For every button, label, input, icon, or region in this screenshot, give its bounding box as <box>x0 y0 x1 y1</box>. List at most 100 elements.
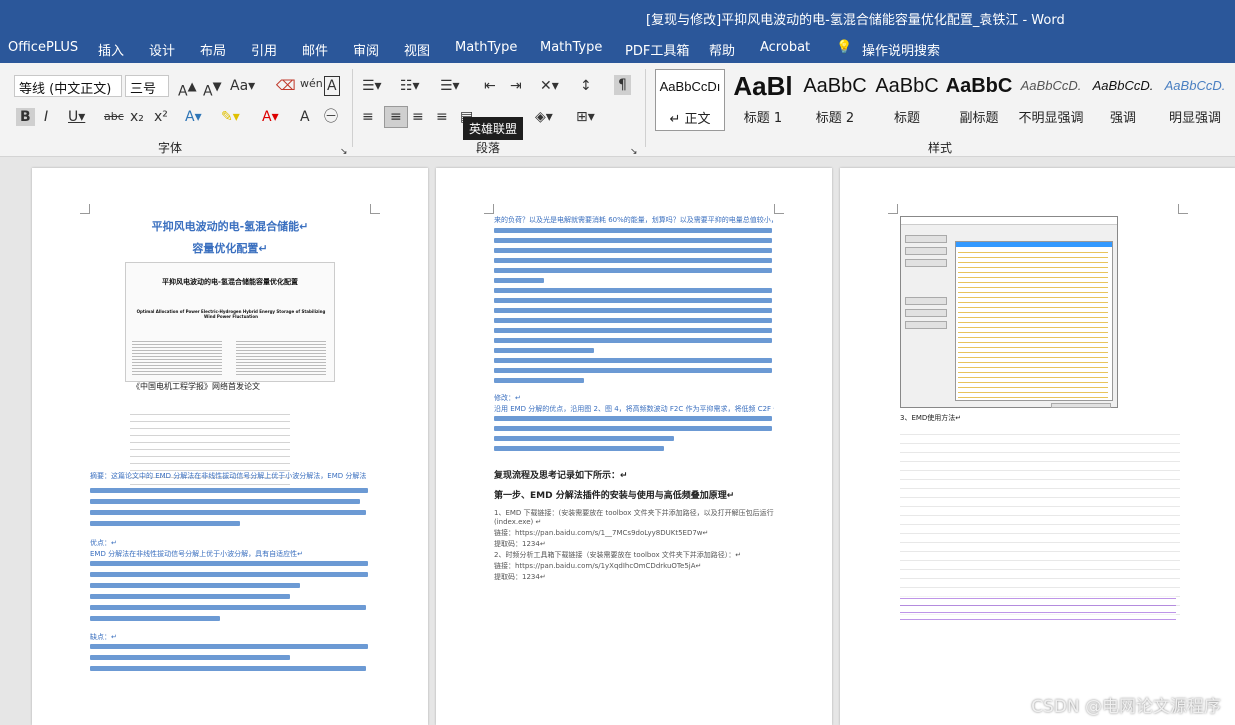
style-heading-2[interactable]: AaBbC 标题 2 <box>800 69 870 131</box>
crop-mark <box>80 204 90 214</box>
watermark: CSDN @电网论文源程序 <box>1031 697 1221 717</box>
crop-mark <box>774 204 784 214</box>
style-intense-emphasis[interactable]: AaBbCcD. 明显强调 <box>1160 69 1230 131</box>
align-right-icon[interactable]: ≡ <box>412 108 424 126</box>
change-case-icon[interactable]: Aa▾ <box>230 77 255 95</box>
path-list[interactable] <box>955 241 1113 401</box>
char-border-icon[interactable]: A <box>324 76 340 96</box>
numbering-icon[interactable]: ☷▾ <box>400 77 420 95</box>
subscript-button[interactable]: x₂ <box>130 108 144 126</box>
text-line <box>494 258 772 263</box>
enclose-char-icon[interactable]: ㊀ <box>324 108 338 126</box>
step-text: 1、EMD 下载链接：(安装需要放在 toolbox 文件夹下并添加路径，以及打… <box>494 509 774 517</box>
style-preview: AaBbCcD. <box>1020 78 1082 93</box>
download-link[interactable]: 链接：https://pan.baidu.com/s/1yXqdIhcOmCDd… <box>494 561 701 571</box>
text-line <box>494 368 772 373</box>
shortcoming-heading: 缺点：↵ <box>90 633 117 641</box>
paragraph-group-label: 段落 <box>476 141 501 155</box>
style-emphasis[interactable]: AaBbCcD. 强调 <box>1088 69 1158 131</box>
justify-icon[interactable]: ≡ <box>436 108 448 126</box>
clear-format-icon[interactable]: ⌫ <box>276 77 296 95</box>
tab-mailings[interactable]: 邮件 <box>302 40 328 59</box>
step-1-heading: 第一步、EMD 分解法插件的安装与使用与高低频叠加原理↵ <box>494 491 735 501</box>
paper-abstract-text <box>132 339 222 377</box>
tab-officeplus[interactable]: OfficePLUS <box>8 40 78 55</box>
link-block <box>900 592 1176 622</box>
download-link[interactable]: 链接：https://pan.baidu.com/s/1__7MCs9doLyy… <box>494 528 708 538</box>
underline-button[interactable]: U▾ <box>68 108 85 126</box>
style-subtitle[interactable]: AaBbC 副标题 <box>944 69 1014 131</box>
tab-pdf-tools[interactable]: PDF工具箱 <box>625 40 689 59</box>
increase-indent-icon[interactable]: ⇥ <box>510 77 522 95</box>
italic-button[interactable]: I <box>44 108 48 126</box>
style-heading-1[interactable]: AaBl 标题 1 <box>728 69 798 131</box>
show-marks-icon[interactable]: ¶ <box>614 75 631 95</box>
sort-icon[interactable]: ↕ <box>580 77 592 95</box>
tab-references[interactable]: 引用 <box>251 40 277 59</box>
style-preview: AaBbCcDı <box>659 79 721 94</box>
superscript-button[interactable]: x² <box>154 108 168 126</box>
tab-layout[interactable]: 布局 <box>200 40 226 59</box>
text-line <box>90 666 366 671</box>
style-name: 不明显强调 <box>1018 111 1084 126</box>
tab-insert[interactable]: 插入 <box>98 40 124 59</box>
tab-acrobat[interactable]: Acrobat <box>760 40 810 55</box>
multilevel-list-icon[interactable]: ☰▾ <box>440 77 460 95</box>
extract-code: 提取码：1234↵ <box>494 573 546 581</box>
bullets-icon[interactable]: ☰▾ <box>362 77 382 95</box>
align-left-icon[interactable]: ≡ <box>362 108 374 126</box>
borders-icon[interactable]: ⊞▾ <box>576 108 595 126</box>
strikethrough-button[interactable]: abc <box>104 108 124 126</box>
phonetic-guide-icon[interactable]: wén <box>300 75 323 93</box>
tab-review[interactable]: 审阅 <box>353 40 379 59</box>
font-size-select[interactable]: 三号 <box>125 75 169 97</box>
paper-abstract-text <box>236 339 326 377</box>
text-line <box>494 308 772 313</box>
paper-screenshot: 平抑风电波动的电-氢混合储能容量优化配置 Optimal Allocation … <box>125 262 335 382</box>
text-effects-icon[interactable]: A▾ <box>185 108 202 126</box>
style-normal[interactable]: AaBbCcDı ↵ 正文 <box>655 69 725 131</box>
decrease-indent-icon[interactable]: ⇤ <box>484 77 496 95</box>
crop-mark <box>370 204 380 214</box>
text-line <box>494 358 772 363</box>
extract-code: 提取码：1234↵ <box>494 540 546 548</box>
char-shading-icon[interactable]: A <box>300 108 310 126</box>
bold-button[interactable]: B <box>16 108 35 126</box>
tell-me-search[interactable]: 操作说明搜索 <box>862 40 940 59</box>
journal-note: 《中国电机工程学报》网络首发论文 <box>132 382 260 391</box>
tab-design[interactable]: 设计 <box>149 40 175 59</box>
shrink-font-icon[interactable]: A▼ <box>203 77 222 101</box>
font-color-icon[interactable]: A▾ <box>262 108 279 126</box>
style-title[interactable]: AaBbC 标题 <box>872 69 942 131</box>
paper-title: 平抑风电波动的电-氢混合储能容量优化配置 <box>162 278 298 286</box>
style-subtle-emphasis[interactable]: AaBbCcD. 不明显强调 <box>1016 69 1086 131</box>
text-line <box>494 228 772 233</box>
doc-title-line-1: 平抑风电波动的电-氢混合储能↵ <box>151 220 309 233</box>
tab-mathtype-2[interactable]: MathType <box>540 40 602 55</box>
tab-view[interactable]: 视图 <box>404 40 430 59</box>
highlight-icon[interactable]: ✎▾ <box>221 108 240 126</box>
font-name-select[interactable]: 等线 (中文正文) <box>14 75 122 97</box>
screenshot-footer-buttons <box>1051 403 1111 408</box>
paper-title-en: Optimal Allocation of Power Electric-Hyd… <box>136 309 326 319</box>
style-name: 明显强调 <box>1168 111 1221 126</box>
grow-font-icon[interactable]: A▲ <box>178 77 197 101</box>
style-name: ↵ 正文 <box>669 112 711 127</box>
align-center-icon[interactable]: ≡ <box>384 106 408 128</box>
style-name: 标题 <box>893 111 920 126</box>
tab-help[interactable]: 帮助 <box>709 40 735 59</box>
shading-icon[interactable]: ◈▾ <box>535 108 553 126</box>
text-line <box>494 436 674 441</box>
style-preview: AaBbCcD. <box>1092 78 1154 93</box>
tab-mathtype-1[interactable]: MathType <box>455 40 517 55</box>
advantage-text: EMD 分解法在非线性拔动信号分解上优于小波分解，具有自适应性↵ <box>90 550 303 558</box>
summary-text: 摘要：这篇论文中的 EMD 分解法在非线性拔动信号分解上优于小波分解法，EMD … <box>90 472 367 480</box>
text-line <box>90 510 366 515</box>
text-line <box>90 572 368 577</box>
ribbon: 等线 (中文正文) 三号 A▲ A▼ Aa▾ ⌫ wén A B I U▾ ab… <box>0 63 1235 157</box>
chinese-layout-icon[interactable]: ✕▾ <box>540 77 559 95</box>
text-line <box>494 248 772 253</box>
text-line <box>494 416 772 421</box>
style-name: 标题 2 <box>815 111 855 126</box>
text-line <box>90 499 360 504</box>
